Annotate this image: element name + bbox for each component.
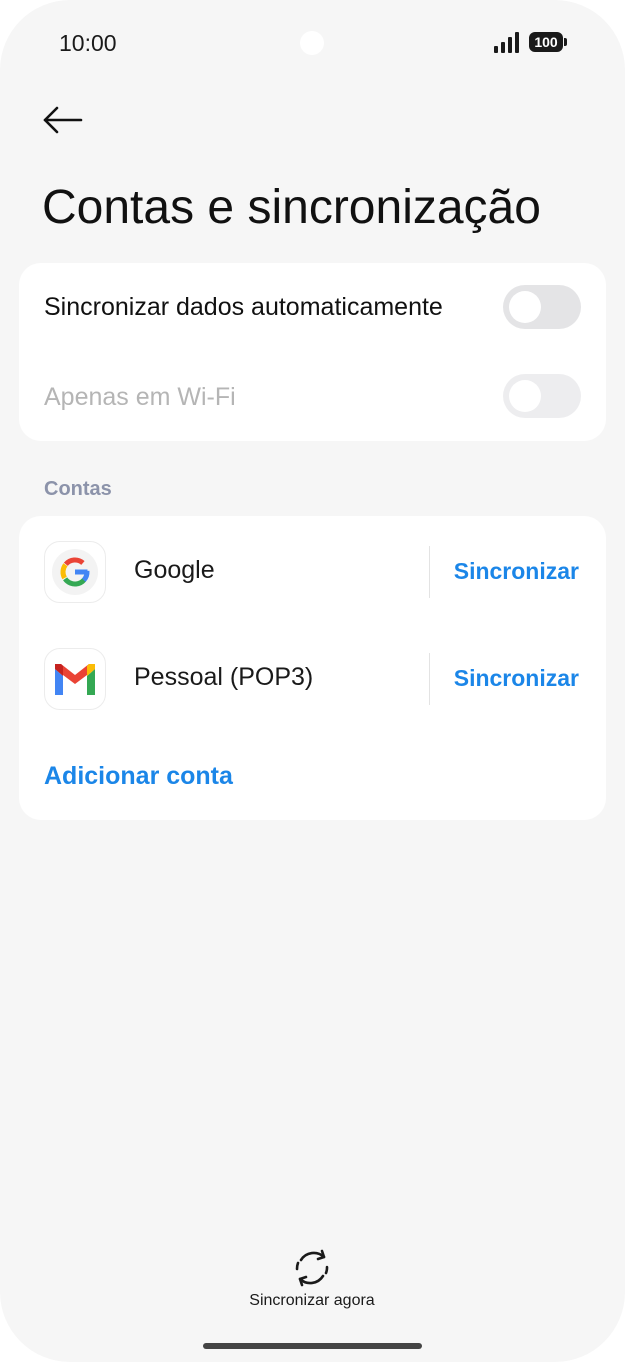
account-row-google[interactable]: Google Sincronizar bbox=[19, 536, 606, 608]
camera-cutout bbox=[300, 31, 324, 55]
toggle-knob bbox=[509, 380, 541, 412]
arrow-left-icon bbox=[43, 106, 83, 134]
account-row-pop3[interactable]: Pessoal (POP3) Sincronizar bbox=[19, 643, 606, 715]
sync-now-label: Sincronizar agora bbox=[249, 1292, 375, 1309]
sync-pop3-button[interactable]: Sincronizar bbox=[454, 665, 579, 692]
wifi-only-toggle[interactable] bbox=[503, 374, 581, 418]
battery-level: 100 bbox=[529, 32, 563, 52]
gmail-icon bbox=[44, 648, 106, 710]
divider bbox=[429, 546, 430, 598]
signal-icon bbox=[494, 32, 519, 53]
back-button[interactable] bbox=[40, 100, 86, 140]
sync-icon bbox=[295, 1249, 329, 1287]
sync-google-button[interactable]: Sincronizar bbox=[454, 558, 579, 585]
status-time: 10:00 bbox=[59, 30, 117, 56]
add-account-button[interactable]: Adicionar conta bbox=[44, 762, 233, 791]
auto-sync-toggle[interactable] bbox=[503, 285, 581, 329]
account-name: Google bbox=[134, 556, 215, 584]
toggle-knob bbox=[509, 291, 541, 323]
battery-icon: 100 bbox=[529, 32, 567, 54]
home-indicator[interactable] bbox=[203, 1343, 422, 1349]
auto-sync-label: Sincronizar dados automaticamente bbox=[44, 293, 443, 321]
accounts-card: Google Sincronizar Pessoal (POP3) Sincro… bbox=[19, 516, 606, 820]
sync-settings-card: Sincronizar dados automaticamente Apenas… bbox=[19, 263, 606, 441]
google-icon bbox=[44, 541, 106, 603]
gmail-logo bbox=[55, 664, 95, 695]
google-logo bbox=[52, 549, 98, 595]
sync-now-button[interactable]: Sincronizar agora bbox=[212, 1248, 412, 1314]
page-title: Contas e sincronização bbox=[42, 181, 541, 234]
phone-screen: 10:00 100 Contas e sincronização Sincron… bbox=[0, 0, 625, 1362]
battery-tip bbox=[564, 38, 567, 46]
wifi-only-label: Apenas em Wi-Fi bbox=[44, 383, 236, 411]
account-name: Pessoal (POP3) bbox=[134, 663, 314, 691]
divider bbox=[429, 653, 430, 705]
accounts-section-label: Contas bbox=[44, 478, 112, 500]
